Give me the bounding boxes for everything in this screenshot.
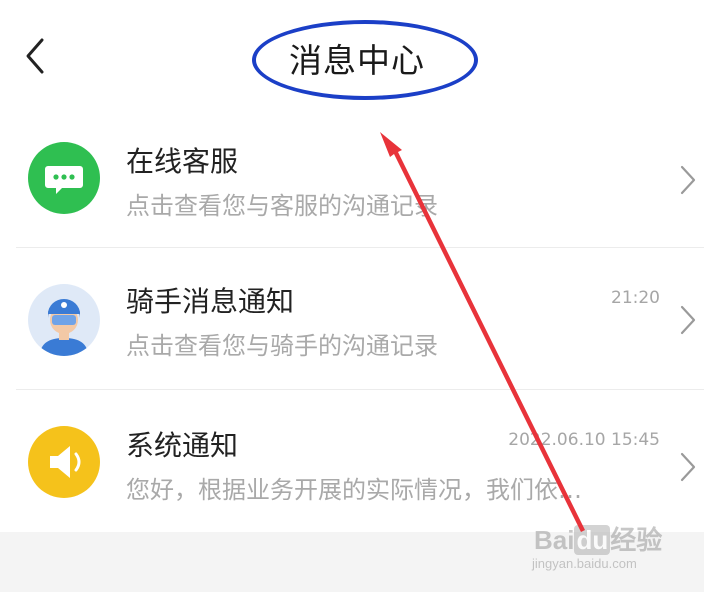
chevron-right-icon [680, 165, 696, 195]
item-title: 系统通知 [126, 429, 239, 462]
item-description: 点击查看您与骑手的沟通记录 [126, 332, 438, 360]
speaker-icon [28, 426, 100, 498]
item-time: 21:20 [611, 288, 660, 308]
item-title: 在线客服 [126, 145, 239, 178]
back-button[interactable] [16, 34, 56, 78]
rider-avatar-icon [28, 284, 100, 356]
watermark-url: jingyan.baidu.com [532, 556, 637, 571]
item-title: 骑手消息通知 [126, 285, 295, 318]
chevron-left-icon [26, 38, 44, 74]
header-bar: 消息中心 [0, 0, 704, 112]
chevron-right-icon [680, 452, 696, 482]
item-description: 点击查看您与客服的沟通记录 [126, 192, 438, 220]
chevron-right-icon [680, 305, 696, 335]
item-description: 您好，根据业务开展的实际情况，我们依… [126, 476, 582, 504]
list-item-rider-notice[interactable]: 骑手消息通知 点击查看您与骑手的沟通记录 21:20 [0, 248, 704, 390]
item-time: 2022.06.10 15:45 [508, 430, 660, 450]
watermark: Baidu经验 jingyan.baidu.com [528, 520, 668, 580]
list-item-system-notice[interactable]: 系统通知 您好，根据业务开展的实际情况，我们依… 2022.06.10 15:4… [0, 390, 704, 530]
watermark-logo: Baidu经验 [534, 525, 663, 555]
annotation-ellipse [252, 20, 478, 100]
chat-bubble-icon [28, 142, 100, 214]
list-item-online-service[interactable]: 在线客服 点击查看您与客服的沟通记录 [0, 108, 704, 248]
